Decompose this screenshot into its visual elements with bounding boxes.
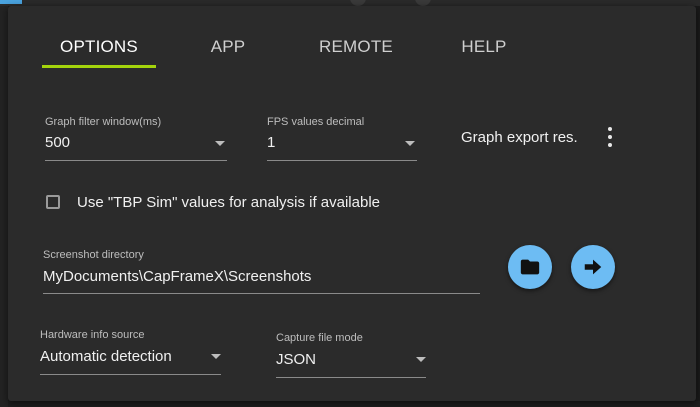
tab-help[interactable]: HELP <box>452 36 516 66</box>
field-underline <box>45 160 227 161</box>
hardware-source-label: Hardware info source <box>40 329 145 341</box>
hardware-source-value: Automatic detection <box>40 348 172 365</box>
arrow-right-icon <box>584 259 602 275</box>
graph-filter-value: 500 <box>45 134 71 151</box>
more-vertical-icon[interactable] <box>605 127 615 149</box>
background-strip <box>8 401 700 407</box>
chevron-down-icon <box>405 141 415 146</box>
capture-mode-value: JSON <box>276 351 317 368</box>
hardware-source-select[interactable]: Hardware info source Automatic detection <box>40 329 221 375</box>
screenshot-directory-value: MyDocuments\CapFrameX\Screenshots <box>43 268 312 285</box>
capture-mode-label: Capture file mode <box>276 332 363 344</box>
fps-decimal-value: 1 <box>267 134 276 151</box>
chevron-down-icon <box>416 357 426 362</box>
tab-options[interactable]: OPTIONS <box>42 36 156 66</box>
field-underline <box>43 293 480 294</box>
tbp-sim-checkbox[interactable] <box>46 195 60 209</box>
background-strip <box>0 6 8 407</box>
capture-mode-select[interactable]: Capture file mode JSON <box>276 332 426 378</box>
options-dialog: OPTIONS APP REMOTE HELP Graph filter win… <box>8 6 696 401</box>
chevron-down-icon <box>215 141 225 146</box>
chevron-down-icon <box>211 354 221 359</box>
graph-filter-select[interactable]: Graph filter window(ms) 500 <box>45 116 227 162</box>
graph-filter-label: Graph filter window(ms) <box>45 116 162 128</box>
folder-icon <box>520 259 540 275</box>
tab-app[interactable]: APP <box>198 36 258 66</box>
fps-decimal-label: FPS values decimal <box>267 116 365 128</box>
browse-directory-button[interactable] <box>508 245 552 289</box>
fps-decimal-select[interactable]: FPS values decimal 1 <box>267 116 417 162</box>
screenshot-directory-input[interactable]: Screenshot directory MyDocuments\CapFram… <box>43 249 480 295</box>
screenshot-directory-label: Screenshot directory <box>43 249 144 261</box>
field-underline <box>267 160 417 161</box>
tab-remote[interactable]: REMOTE <box>308 36 404 66</box>
active-tab-indicator <box>42 65 156 68</box>
top-accent <box>0 0 22 4</box>
tbp-sim-checkbox-label[interactable]: Use "TBP Sim" values for analysis if ava… <box>77 194 380 211</box>
open-directory-button[interactable] <box>571 245 615 289</box>
field-underline <box>40 374 221 375</box>
graph-export-label: Graph export res. <box>461 129 578 146</box>
field-underline <box>276 377 426 378</box>
